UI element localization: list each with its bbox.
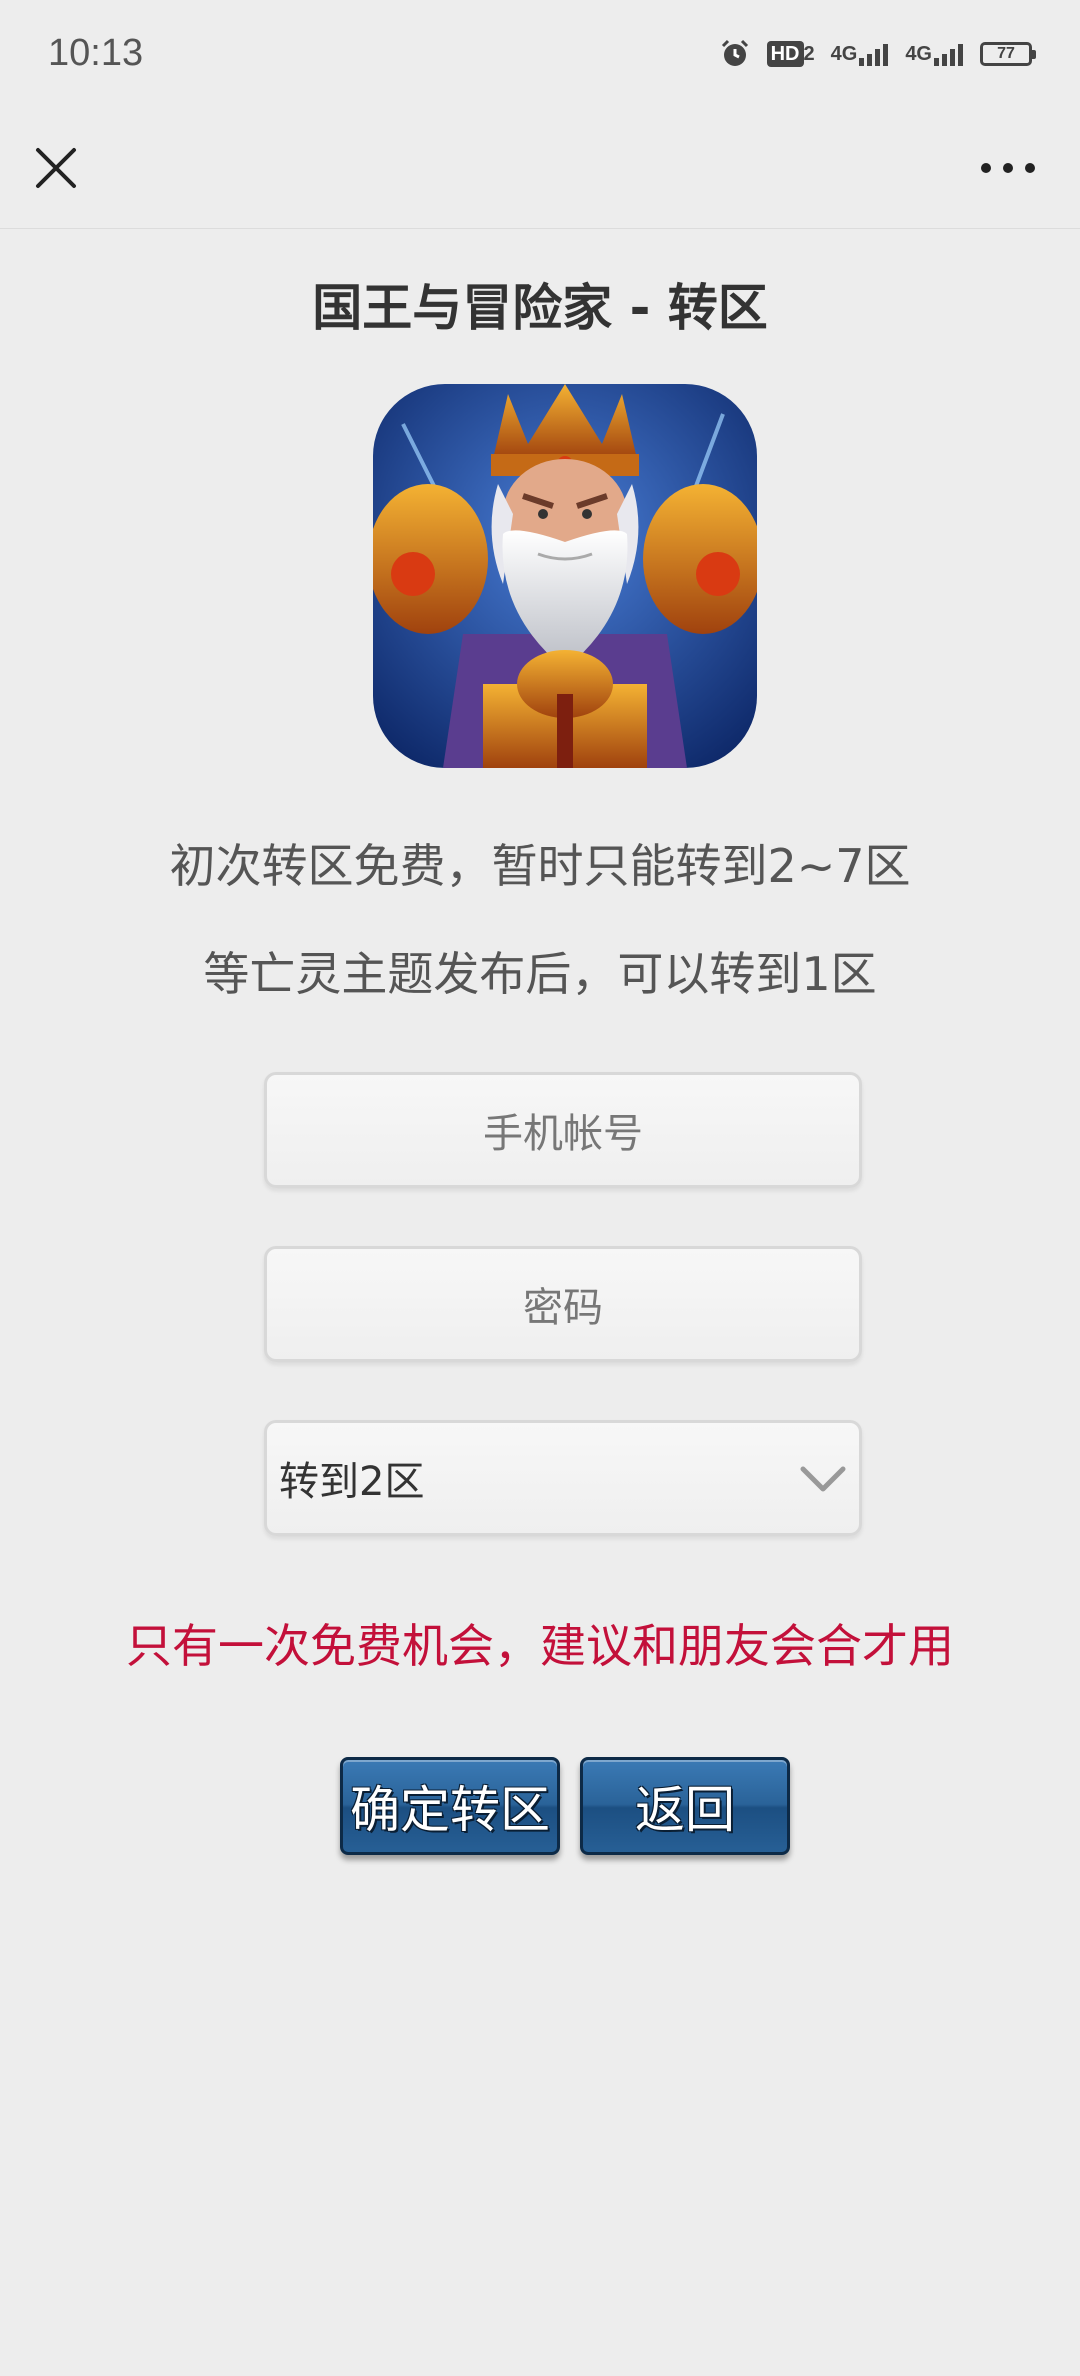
status-icons: HD 2 4G 4G 77 (719, 38, 1036, 70)
more-button[interactable] (976, 148, 1040, 188)
status-time: 10:13 (48, 32, 144, 74)
phone-account-placeholder: 手机帐号 (483, 1111, 643, 1157)
free-chance-warning: 只有一次免费机会，建议和朋友会合才用 (126, 1619, 954, 1673)
chevron-down-icon (800, 1466, 846, 1492)
close-icon (36, 148, 76, 188)
password-placeholder: 密码 (523, 1285, 603, 1331)
signal-1-icon: 4G (831, 43, 890, 66)
notice-undead-theme: 等亡灵主题发布后，可以转到1区 (203, 947, 877, 1001)
battery-icon: 77 (980, 42, 1036, 66)
password-input[interactable]: 密码 (264, 1246, 862, 1362)
more-icon (981, 163, 1035, 173)
phone-account-input[interactable]: 手机帐号 (264, 1072, 862, 1188)
game-logo (373, 384, 757, 768)
confirm-transfer-button[interactable]: 确定转区 (340, 1757, 560, 1855)
nav-bar (0, 110, 1080, 229)
close-button[interactable] (30, 142, 82, 194)
notice-free-transfer: 初次转区免费，暂时只能转到2~7区 (169, 839, 911, 893)
signal-2-icon: 4G (905, 43, 964, 66)
zone-select-value: 转到2区 (279, 1459, 425, 1505)
hd-badge: HD 2 (766, 40, 815, 67)
page-title: 国王与冒险家 - 转区 (312, 279, 768, 337)
king-portrait-icon (373, 384, 757, 768)
zone-select[interactable]: 转到2区 (264, 1420, 862, 1536)
status-bar: 10:13 HD 2 4G 4G 77 (0, 0, 1080, 110)
back-button[interactable]: 返回 (580, 1757, 790, 1855)
alarm-icon (721, 39, 748, 66)
